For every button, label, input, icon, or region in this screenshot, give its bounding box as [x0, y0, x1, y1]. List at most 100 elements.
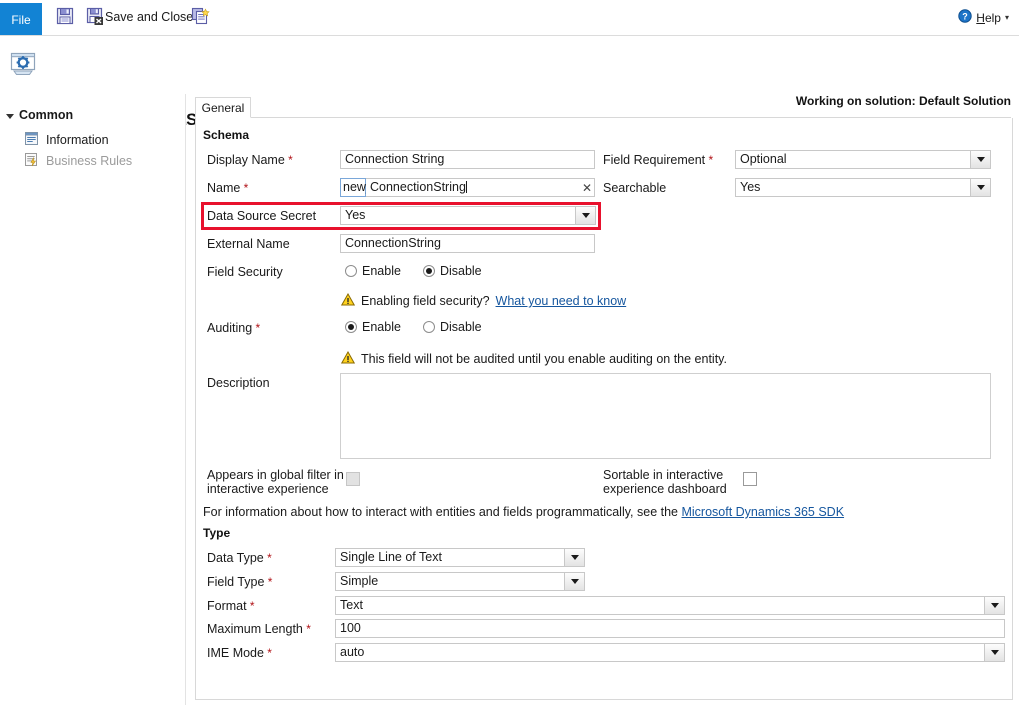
- sidebar-item-label: Business Rules: [46, 154, 132, 168]
- help-icon: ?: [958, 9, 972, 26]
- data-type-value: Single Line of Text: [340, 550, 442, 565]
- clear-name-icon[interactable]: ✕: [582, 182, 592, 194]
- chevron-down-icon: [970, 179, 990, 196]
- radio-label: Enable: [362, 264, 401, 278]
- maximum-length-label: Maximum Length *: [207, 622, 311, 636]
- warning-icon: [341, 351, 355, 367]
- ime-mode-value: auto: [340, 645, 364, 660]
- data-source-secret-select[interactable]: Yes: [340, 206, 596, 225]
- chevron-down-icon: [564, 573, 584, 590]
- tab-general[interactable]: General: [195, 97, 251, 118]
- chevron-down-icon: ▾: [1005, 14, 1009, 22]
- chevron-down-icon: [984, 597, 1004, 614]
- name-value: ConnectionString: [370, 180, 466, 194]
- display-name-input[interactable]: Connection String: [340, 150, 595, 169]
- ime-mode-label: IME Mode *: [207, 646, 272, 660]
- file-tab-label: File: [11, 13, 30, 27]
- field-requirement-select[interactable]: Optional: [735, 150, 991, 169]
- required-asterisk: *: [285, 153, 293, 167]
- description-textarea[interactable]: [340, 373, 991, 459]
- page-header: Field New for DemoDataSource Working on …: [0, 36, 1019, 94]
- name-input[interactable]: ConnectionString: [366, 178, 595, 197]
- name-label: Name *: [207, 181, 248, 195]
- field-editor-window: File Save and Close: [0, 0, 1019, 705]
- searchable-select[interactable]: Yes: [735, 178, 991, 197]
- collapse-triangle-icon: [6, 114, 14, 119]
- help-button[interactable]: ? Help ▾: [958, 9, 1009, 26]
- global-filter-label: Appears in global filter in interactive …: [207, 468, 344, 496]
- radio-label: Disable: [440, 264, 482, 278]
- field-security-disable-radio[interactable]: Disable: [423, 264, 482, 278]
- information-icon: [24, 131, 39, 149]
- radio-label: Disable: [440, 320, 482, 334]
- auditing-disable-radio[interactable]: Disable: [423, 320, 482, 334]
- text-caret: [466, 181, 467, 193]
- ime-mode-select[interactable]: auto: [335, 643, 1005, 662]
- sidebar-item-label: Information: [46, 133, 109, 147]
- save-icon[interactable]: [55, 6, 75, 29]
- searchable-label: Searchable: [603, 181, 666, 195]
- auditing-label: Auditing *: [207, 321, 260, 335]
- field-security-warning-link[interactable]: What you need to know: [496, 294, 627, 308]
- section-heading-type: Type: [203, 526, 230, 540]
- tab-strip: General: [195, 97, 1011, 118]
- name-prefix-input[interactable]: new_: [340, 178, 366, 197]
- sdk-link[interactable]: Microsoft Dynamics 365 SDK: [681, 505, 844, 519]
- nav-divider: [185, 94, 186, 705]
- searchable-value: Yes: [740, 180, 760, 195]
- field-type-value: Simple: [340, 574, 378, 589]
- sidebar-group-label: Common: [19, 108, 73, 122]
- sidebar-group-common[interactable]: Common: [6, 108, 73, 122]
- save-and-close-icon[interactable]: [86, 6, 106, 29]
- business-rules-icon: [24, 152, 39, 170]
- external-name-input[interactable]: ConnectionString: [340, 234, 595, 253]
- sidebar-item-information[interactable]: Information: [24, 131, 109, 149]
- chevron-down-icon: [575, 207, 595, 224]
- help-label: Help: [976, 11, 1001, 25]
- global-filter-checkbox: [346, 472, 360, 486]
- sidebar-item-business-rules[interactable]: Business Rules: [24, 152, 132, 170]
- section-heading-schema: Schema: [203, 128, 249, 142]
- svg-text:?: ?: [963, 11, 969, 21]
- sdk-note: For information about how to interact wi…: [203, 505, 844, 519]
- required-asterisk: *: [264, 551, 272, 565]
- display-name-label: Display Name *: [207, 153, 293, 167]
- auditing-radio-group: Enable Disable: [345, 320, 482, 334]
- sortable-checkbox[interactable]: [743, 472, 757, 486]
- auditing-enable-radio[interactable]: Enable: [345, 320, 401, 334]
- field-requirement-value: Optional: [740, 152, 787, 167]
- field-security-warning: Enabling field security? What you need t…: [341, 293, 626, 309]
- required-asterisk: *: [252, 321, 260, 335]
- data-type-label: Data Type *: [207, 551, 272, 565]
- external-name-label: External Name: [207, 237, 290, 251]
- format-select[interactable]: Text: [335, 596, 1005, 615]
- radio-indicator: [423, 321, 435, 333]
- format-label: Format *: [207, 599, 255, 613]
- field-security-enable-radio[interactable]: Enable: [345, 264, 401, 278]
- required-asterisk: *: [264, 646, 272, 660]
- auditing-warning-text: This field will not be audited until you…: [361, 352, 727, 366]
- save-and-new-icon[interactable]: [191, 6, 211, 29]
- sortable-label: Sortable in interactive experience dashb…: [603, 468, 727, 496]
- required-asterisk: *: [705, 153, 713, 167]
- maximum-length-input[interactable]: 100: [335, 619, 1005, 638]
- field-security-label: Field Security: [207, 265, 283, 279]
- field-gear-icon: [10, 50, 36, 79]
- field-type-label: Field Type *: [207, 575, 272, 589]
- radio-indicator: [423, 265, 435, 277]
- data-type-select[interactable]: Single Line of Text: [335, 548, 585, 567]
- ribbon-toolbar: File Save and Close: [0, 0, 1019, 36]
- required-asterisk: *: [303, 622, 311, 636]
- field-security-radio-group: Enable Disable: [345, 264, 482, 278]
- file-tab[interactable]: File: [0, 3, 42, 36]
- radio-label: Enable: [362, 320, 401, 334]
- save-and-close-label[interactable]: Save and Close: [105, 10, 193, 24]
- radio-indicator: [345, 265, 357, 277]
- field-security-warning-text: Enabling field security?: [361, 294, 490, 308]
- chevron-down-icon: [564, 549, 584, 566]
- field-type-select[interactable]: Simple: [335, 572, 585, 591]
- format-value: Text: [340, 598, 363, 613]
- sdk-note-text: For information about how to interact wi…: [203, 505, 678, 519]
- tab-label: General: [202, 101, 245, 115]
- left-navigation: Common Information: [0, 94, 185, 705]
